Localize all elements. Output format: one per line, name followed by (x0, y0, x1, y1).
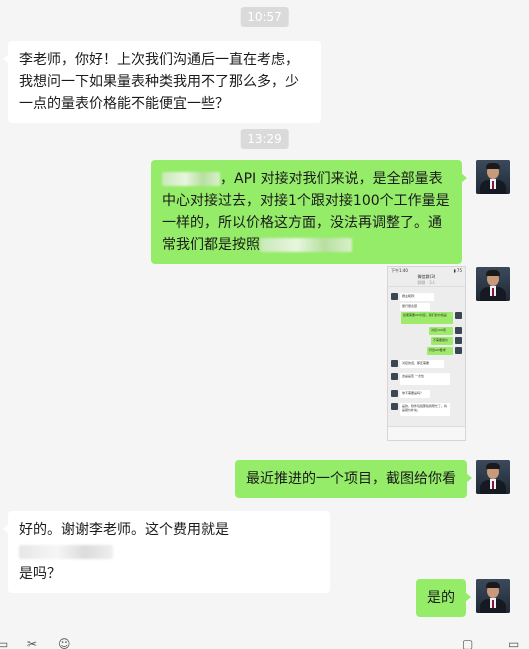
folder-icon[interactable]: ▭ (0, 637, 8, 649)
phone-bubble: 对接100项 (429, 327, 453, 335)
phone-bubble-text: 群主昵称： (402, 294, 418, 298)
redacted-text (260, 238, 352, 252)
message-bubble-incoming[interactable]: 李老师，你好！上次我们沟通后一直在考虑，我想问一下如果量表种类我用不了那么多，少… (3, 41, 321, 123)
avatar-tie (492, 181, 494, 189)
message-bubble-outgoing[interactable]: ，API 对接对我们来说，是全部量表中心对接过去，对接1个跟对接100个工作量是… (151, 160, 467, 264)
phone-bubble: 量行量表题 (400, 303, 430, 311)
chat-history-icon[interactable]: ▢ (462, 637, 473, 649)
phone-bubble-text: 对接100项 (431, 328, 446, 332)
avatar[interactable] (476, 160, 510, 194)
phone-chat-subtitle: 群聊 · 3人 (417, 280, 436, 285)
timestamp: 13:29 (240, 129, 289, 149)
message-bubble-incoming[interactable]: 好的。谢谢李老师。这个费用就是 是吗？ (3, 511, 330, 593)
phone-bubble: 这是是否 一次性 (400, 373, 450, 385)
phone-input-bar (388, 426, 465, 440)
avatar[interactable] (476, 267, 510, 301)
redacted-text (162, 172, 220, 186)
phone-bubble-text: 你不需要是吗？ (402, 391, 424, 395)
phone-avatar (455, 347, 462, 354)
phone-avatar (455, 312, 462, 319)
phone-bubble: 如果需要API对接，我们的价格是 (401, 312, 453, 324)
scissors-icon[interactable]: ✂ (27, 637, 37, 649)
avatar-hair (486, 582, 500, 588)
phone-bubble: 不需要报价 (431, 337, 453, 345)
timestamp: 10:57 (240, 7, 289, 27)
phone-bubble: 群主昵称： (400, 293, 434, 301)
phone-status-time: 下午1:40 (391, 268, 408, 273)
phone-avatar (391, 390, 398, 397)
phone-bubble-text: 是的，软件包括那些我帮忙了。将是报价补充。 (402, 404, 448, 412)
phone-bubble-text: 对接的话，那还需要 (402, 361, 430, 365)
phone-avatar (391, 373, 398, 380)
avatar-tie (492, 481, 494, 489)
phone-status-battery: ▮ 75 (453, 268, 462, 273)
message-bubble-outgoing[interactable]: 是的 (416, 579, 471, 617)
message-bubble-outgoing[interactable]: 最近推进的一个项目，截图给你看 (235, 460, 472, 498)
phone-bubble-text: 符合API要求 (429, 348, 446, 352)
phone-avatar (391, 293, 398, 300)
avatar-hair (486, 163, 500, 169)
phone-avatar (455, 337, 462, 344)
phone-bubble: 符合API要求 (427, 347, 453, 355)
message-text: 好的。谢谢李老师。这个费用就是 (19, 522, 229, 538)
emoji-icon[interactable]: ☺ (58, 637, 71, 649)
phone-bubble: 你不需要是吗？ (400, 390, 430, 398)
phone-status-bar: 下午1:40 ▮ 75 (388, 267, 465, 274)
phone-chat-header: 微信群(3) 群聊 · 3人 (388, 274, 465, 287)
phone-avatar (391, 360, 398, 367)
phone-bubble: 是的，软件包括那些我帮忙了。将是报价补充。 (400, 403, 450, 416)
input-toolbar: ▭ ✂ ☺ ▢ ▭ (0, 636, 529, 649)
phone-bubble: 对接的话，那还需要 (400, 360, 444, 368)
phone-bubble-text: 不需要报价 (433, 338, 449, 342)
phone-bubble-text: 这是是否 一次性 (402, 374, 424, 378)
more-icon[interactable]: ▭ (508, 637, 519, 649)
chat-history[interactable]: 10:57 李老师，你好！上次我们沟通后一直在考虑，我想问一下如果量表种类我用不… (0, 0, 529, 636)
avatar[interactable] (476, 460, 510, 494)
avatar-tie (492, 600, 494, 608)
redacted-text (19, 545, 113, 559)
message-text: 是吗？ (19, 566, 61, 582)
phone-bubble-text: 如果需要API对接，我们的价格是 (403, 313, 447, 317)
avatar-hair (486, 463, 500, 469)
phone-avatar (391, 403, 398, 410)
phone-avatar (455, 327, 462, 334)
phone-bubble-text: 量行量表题 (402, 304, 418, 308)
avatar-tie (492, 288, 494, 296)
avatar[interactable] (476, 579, 510, 613)
image-message[interactable]: 下午1:40 ▮ 75 微信群(3) 群聊 · 3人 群主昵称： 量行量表题 如… (387, 266, 466, 441)
avatar-hair (486, 270, 500, 276)
